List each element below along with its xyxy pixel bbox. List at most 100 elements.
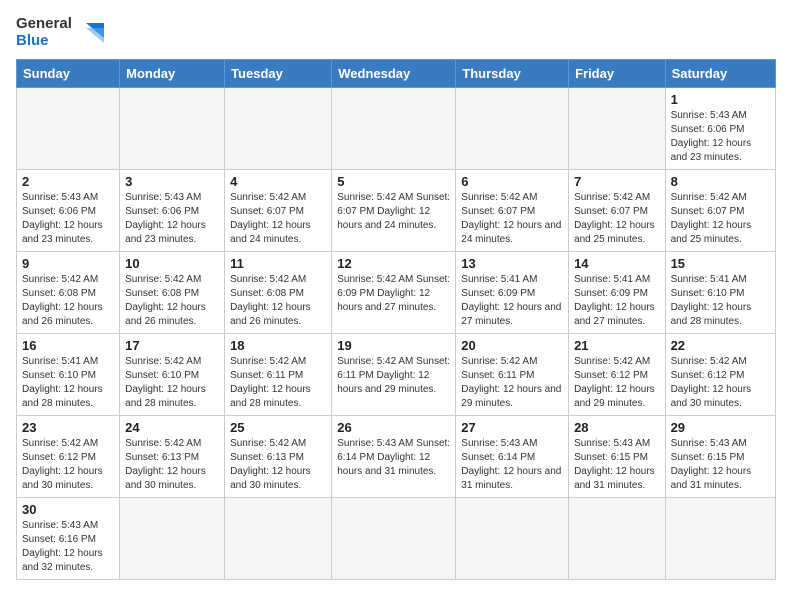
day-number: 28 <box>574 420 660 435</box>
calendar-week-2: 9Sunrise: 5:42 AM Sunset: 6:08 PM Daylig… <box>17 252 776 334</box>
weekday-header-monday: Monday <box>120 60 225 88</box>
calendar-cell: 26Sunrise: 5:43 AM Sunset: 6:14 PM Dayli… <box>332 416 456 498</box>
calendar-cell <box>120 88 225 170</box>
day-number: 23 <box>22 420 114 435</box>
calendar-cell: 20 Sunrise: 5:42 AM Sunset: 6:11 PM Dayli… <box>456 334 569 416</box>
day-number: 4 <box>230 174 326 189</box>
day-number: 11 <box>230 256 326 271</box>
day-number: 24 <box>125 420 219 435</box>
calendar-week-1: 2 Sunrise: 5:43 AM Sunset: 6:06 PM Daylig… <box>17 170 776 252</box>
logo-triangle-icon <box>76 18 106 48</box>
weekday-header-sunday: Sunday <box>17 60 120 88</box>
day-number: 8 <box>671 174 770 189</box>
calendar-cell: 2 Sunrise: 5:43 AM Sunset: 6:06 PM Daylig… <box>17 170 120 252</box>
calendar-cell <box>569 498 666 580</box>
day-number: 29 <box>671 420 770 435</box>
logo-blue-text: Blue <box>16 33 49 50</box>
calendar-cell <box>665 498 775 580</box>
day-info: Sunrise: 5:41 AM Sunset: 6:10 PM Dayligh… <box>671 273 770 329</box>
day-number: 3 <box>125 174 219 189</box>
calendar-cell: 28 Sunrise: 5:43 AM Sunset: 6:15 PM Dayli… <box>569 416 666 498</box>
calendar-cell: 19Sunrise: 5:42 AM Sunset: 6:11 PM Dayli… <box>332 334 456 416</box>
day-number: 26 <box>337 420 450 435</box>
calendar-cell: 12 Sunrise: 5:42 AM Sunset: 6:09 PM Dayli… <box>332 252 456 334</box>
day-number: 13 <box>461 256 563 271</box>
day-info: Sunrise: 5:42 AM Sunset: 6:07 PM Dayligh… <box>230 191 326 247</box>
day-number: 27 <box>461 420 563 435</box>
calendar-cell <box>120 498 225 580</box>
calendar-cell: 24 Sunrise: 5:42 AM Sunset: 6:13 PM Dayli… <box>120 416 225 498</box>
day-number: 2 <box>22 174 114 189</box>
day-info: Sunrise: 5:42 AM Sunset: 6:10 PM Dayligh… <box>125 355 219 411</box>
calendar-cell: 18 Sunrise: 5:42 AM Sunset: 6:11 PM Dayli… <box>225 334 332 416</box>
calendar-cell <box>332 498 456 580</box>
day-number: 22 <box>671 338 770 353</box>
calendar-table: SundayMondayTuesdayWednesdayThursdayFrid… <box>16 59 776 580</box>
day-info: Sunrise: 5:42 AM Sunset: 6:12 PM Dayligh… <box>574 355 660 411</box>
weekday-header-tuesday: Tuesday <box>225 60 332 88</box>
calendar-cell: 6 Sunrise: 5:42 AM Sunset: 6:07 PM Daylig… <box>456 170 569 252</box>
weekday-header-thursday: Thursday <box>456 60 569 88</box>
day-number: 1 <box>671 92 770 107</box>
day-info: Sunrise: 5:42 AM Sunset: 6:09 PM Dayligh… <box>337 273 450 315</box>
calendar-cell: 13Sunrise: 5:41 AM Sunset: 6:09 PM Dayli… <box>456 252 569 334</box>
day-info: Sunrise: 5:43 AM Sunset: 6:06 PM Dayligh… <box>671 109 770 165</box>
calendar-cell <box>225 498 332 580</box>
day-number: 18 <box>230 338 326 353</box>
day-info: Sunrise: 5:43 AM Sunset: 6:15 PM Dayligh… <box>671 437 770 493</box>
calendar-cell: 10Sunrise: 5:42 AM Sunset: 6:08 PM Dayli… <box>120 252 225 334</box>
day-info: Sunrise: 5:42 AM Sunset: 6:11 PM Dayligh… <box>230 355 326 411</box>
day-info: Sunrise: 5:43 AM Sunset: 6:06 PM Dayligh… <box>22 191 114 247</box>
day-number: 17 <box>125 338 219 353</box>
day-info: Sunrise: 5:41 AM Sunset: 6:09 PM Dayligh… <box>574 273 660 329</box>
calendar-cell <box>569 88 666 170</box>
day-number: 16 <box>22 338 114 353</box>
calendar-cell: 7Sunrise: 5:42 AM Sunset: 6:07 PM Daylig… <box>569 170 666 252</box>
calendar-week-5: 30 Sunrise: 5:43 AM Sunset: 6:16 PM Dayli… <box>17 498 776 580</box>
calendar-cell: 4 Sunrise: 5:42 AM Sunset: 6:07 PM Daylig… <box>225 170 332 252</box>
day-number: 21 <box>574 338 660 353</box>
calendar-cell: 1 Sunrise: 5:43 AM Sunset: 6:06 PM Daylig… <box>665 88 775 170</box>
day-number: 10 <box>125 256 219 271</box>
day-number: 20 <box>461 338 563 353</box>
day-info: Sunrise: 5:43 AM Sunset: 6:06 PM Dayligh… <box>125 191 219 247</box>
calendar-cell: 14 Sunrise: 5:41 AM Sunset: 6:09 PM Dayli… <box>569 252 666 334</box>
day-info: Sunrise: 5:43 AM Sunset: 6:16 PM Dayligh… <box>22 519 114 575</box>
day-number: 6 <box>461 174 563 189</box>
day-info: Sunrise: 5:42 AM Sunset: 6:07 PM Dayligh… <box>337 191 450 233</box>
calendar-cell: 11Sunrise: 5:42 AM Sunset: 6:08 PM Dayli… <box>225 252 332 334</box>
weekday-header-saturday: Saturday <box>665 60 775 88</box>
day-number: 12 <box>337 256 450 271</box>
calendar-cell: 17 Sunrise: 5:42 AM Sunset: 6:10 PM Dayli… <box>120 334 225 416</box>
calendar-cell: 25 Sunrise: 5:42 AM Sunset: 6:13 PM Dayli… <box>225 416 332 498</box>
day-info: Sunrise: 5:42 AM Sunset: 6:13 PM Dayligh… <box>125 437 219 493</box>
calendar-cell <box>225 88 332 170</box>
day-number: 25 <box>230 420 326 435</box>
weekday-header-row: SundayMondayTuesdayWednesdayThursdayFrid… <box>17 60 776 88</box>
logo-general-text: General <box>16 16 72 33</box>
day-number: 5 <box>337 174 450 189</box>
logo: General Blue <box>16 16 106 49</box>
day-info: Sunrise: 5:42 AM Sunset: 6:07 PM Dayligh… <box>461 191 563 247</box>
day-info: Sunrise: 5:43 AM Sunset: 6:14 PM Dayligh… <box>461 437 563 493</box>
day-number: 15 <box>671 256 770 271</box>
day-number: 30 <box>22 502 114 517</box>
calendar-cell <box>456 498 569 580</box>
calendar-cell: 27 Sunrise: 5:43 AM Sunset: 6:14 PM Dayli… <box>456 416 569 498</box>
day-info: Sunrise: 5:42 AM Sunset: 6:11 PM Dayligh… <box>461 355 563 411</box>
day-info: Sunrise: 5:41 AM Sunset: 6:10 PM Dayligh… <box>22 355 114 411</box>
day-info: Sunrise: 5:42 AM Sunset: 6:07 PM Dayligh… <box>671 191 770 247</box>
day-number: 14 <box>574 256 660 271</box>
day-info: Sunrise: 5:42 AM Sunset: 6:13 PM Dayligh… <box>230 437 326 493</box>
page-header: General Blue <box>16 16 776 49</box>
calendar-cell: 5 Sunrise: 5:42 AM Sunset: 6:07 PM Daylig… <box>332 170 456 252</box>
calendar-cell: 8 Sunrise: 5:42 AM Sunset: 6:07 PM Daylig… <box>665 170 775 252</box>
weekday-header-wednesday: Wednesday <box>332 60 456 88</box>
calendar-cell: 29 Sunrise: 5:43 AM Sunset: 6:15 PM Dayli… <box>665 416 775 498</box>
calendar-cell: 16 Sunrise: 5:41 AM Sunset: 6:10 PM Dayli… <box>17 334 120 416</box>
calendar-cell: 15 Sunrise: 5:41 AM Sunset: 6:10 PM Dayli… <box>665 252 775 334</box>
calendar-week-0: 1 Sunrise: 5:43 AM Sunset: 6:06 PM Daylig… <box>17 88 776 170</box>
day-info: Sunrise: 5:42 AM Sunset: 6:11 PM Dayligh… <box>337 355 450 397</box>
calendar-cell <box>17 88 120 170</box>
day-info: Sunrise: 5:43 AM Sunset: 6:15 PM Dayligh… <box>574 437 660 493</box>
